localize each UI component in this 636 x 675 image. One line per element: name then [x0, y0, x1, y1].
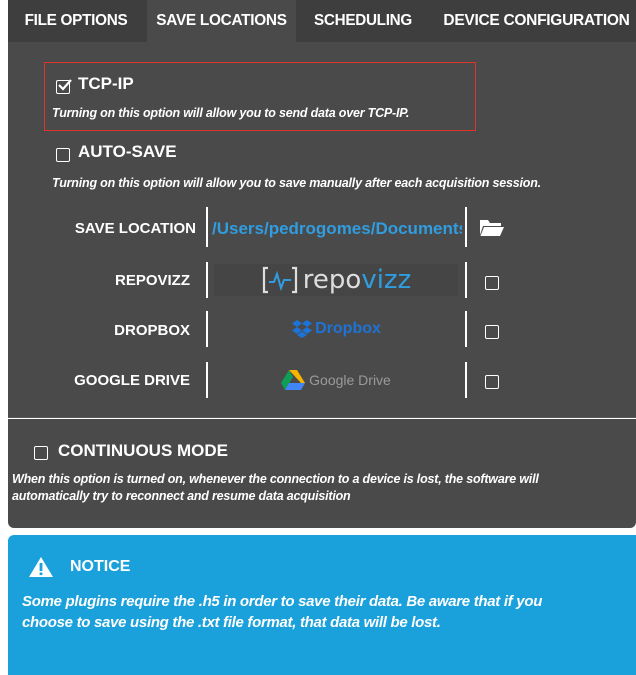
- dropbox-logo: Dropbox: [214, 313, 458, 345]
- dropbox-logo-text: Dropbox: [315, 320, 381, 337]
- divider: [465, 262, 467, 298]
- tab-save-locations[interactable]: SAVE LOCATIONS: [147, 0, 296, 42]
- save-location-path[interactable]: /Users/pedrogomes/Documents: [212, 210, 462, 248]
- auto-save-checkbox[interactable]: [56, 148, 70, 162]
- tcp-ip-title: TCP-IP: [78, 74, 134, 93]
- continuous-mode-title: CONTINUOUS MODE: [58, 441, 228, 460]
- tcp-ip-description: Turning on this option will allow you to…: [52, 106, 410, 120]
- notice-text: choose to save using the .txt file forma…: [22, 614, 441, 631]
- google-drive-label: GOOGLE DRIVE: [74, 372, 190, 389]
- tab-file-options[interactable]: FILE OPTIONS: [11, 0, 141, 42]
- divider: [465, 311, 467, 347]
- repovizz-logo-prefix: repo: [302, 265, 362, 295]
- google-drive-logo: Google Drive: [214, 364, 458, 396]
- dropbox-icon: [292, 320, 313, 338]
- divider: [206, 207, 208, 247]
- google-drive-logo-text: Google Drive: [309, 372, 391, 388]
- warning-icon: [28, 556, 54, 578]
- save-location-label: SAVE LOCATION: [74, 220, 196, 237]
- dropbox-checkbox[interactable]: [485, 325, 499, 339]
- auto-save-description: Turning on this option will allow you to…: [52, 176, 541, 190]
- continuous-mode-description: automatically try to reconnect and resum…: [12, 489, 351, 503]
- tab-scheduling[interactable]: SCHEDULING: [302, 0, 424, 42]
- continuous-mode-checkbox[interactable]: [34, 446, 48, 460]
- notice-text: Some plugins require the .h5 in order to…: [22, 593, 543, 610]
- repovizz-label: REPOVIZZ: [114, 272, 190, 289]
- tcp-ip-highlight: [44, 62, 476, 131]
- tab-device-configuration[interactable]: DEVICE CONFIGURATION: [440, 0, 633, 42]
- google-drive-checkbox[interactable]: [485, 375, 499, 389]
- divider: [206, 262, 208, 298]
- dropbox-label: DROPBOX: [114, 322, 190, 339]
- continuous-mode-description: When this option is turned on, whenever …: [12, 472, 539, 486]
- repovizz-checkbox[interactable]: [485, 276, 499, 290]
- checkmark-icon: [58, 79, 72, 91]
- repovizz-logo-suffix: vizz: [361, 265, 412, 295]
- repovizz-logo: repo vizz: [214, 264, 458, 296]
- google-drive-icon: [281, 370, 306, 390]
- divider: [206, 362, 208, 398]
- divider: [465, 207, 467, 247]
- notice-title: NOTICE: [70, 558, 131, 575]
- divider: [206, 311, 208, 347]
- folder-open-icon[interactable]: [479, 217, 505, 237]
- auto-save-title: AUTO-SAVE: [78, 142, 177, 161]
- divider: [465, 362, 467, 398]
- tcp-ip-checkbox[interactable]: [56, 79, 72, 94]
- repovizz-bracket-icon: [262, 266, 297, 294]
- tab-bar: FILE OPTIONS SAVE LOCATIONS SCHEDULING D…: [8, 0, 636, 42]
